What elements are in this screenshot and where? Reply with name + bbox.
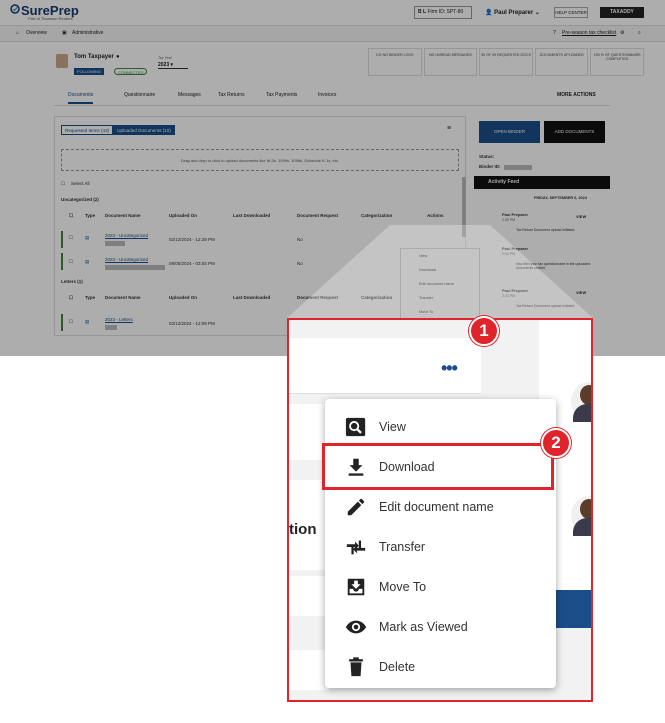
download-highlight — [322, 443, 554, 490]
menu-item-edit-document-name[interactable]: Edit document name — [325, 487, 556, 527]
menu-item-delete-label: Delete — [379, 660, 416, 674]
zoom-partial-text: tion — [289, 521, 317, 538]
eye-icon — [345, 620, 367, 634]
trash-icon — [349, 657, 363, 677]
callout-1: 1 — [469, 316, 499, 346]
menu-item-mark-as-viewed[interactable]: Mark as Viewed — [325, 607, 556, 647]
menu-item-edit-label: Edit document name — [379, 500, 494, 514]
menu-item-delete[interactable]: Delete — [325, 647, 556, 687]
menu-item-mark-viewed-label: Mark as Viewed — [379, 620, 468, 634]
callout-2: 2 — [541, 428, 571, 458]
menu-item-move-to-label: Move To — [379, 580, 427, 594]
menu-item-transfer-label: Transfer — [379, 540, 426, 554]
zoom-row-card — [289, 576, 329, 616]
transfer-icon — [346, 540, 366, 555]
zoom-panel: ••• tion View Download Edit document nam… — [287, 318, 593, 702]
search-icon — [345, 417, 366, 437]
menu-item-view[interactable]: View — [325, 407, 556, 447]
move-to-icon — [347, 578, 365, 596]
pencil-icon — [347, 498, 365, 516]
menu-item-transfer[interactable]: Transfer — [325, 527, 556, 567]
more-actions-dots-icon[interactable]: ••• — [441, 358, 458, 379]
zoom-row-card — [289, 650, 329, 690]
menu-item-move-to[interactable]: Move To — [325, 567, 556, 607]
menu-item-view-label: View — [379, 420, 406, 434]
